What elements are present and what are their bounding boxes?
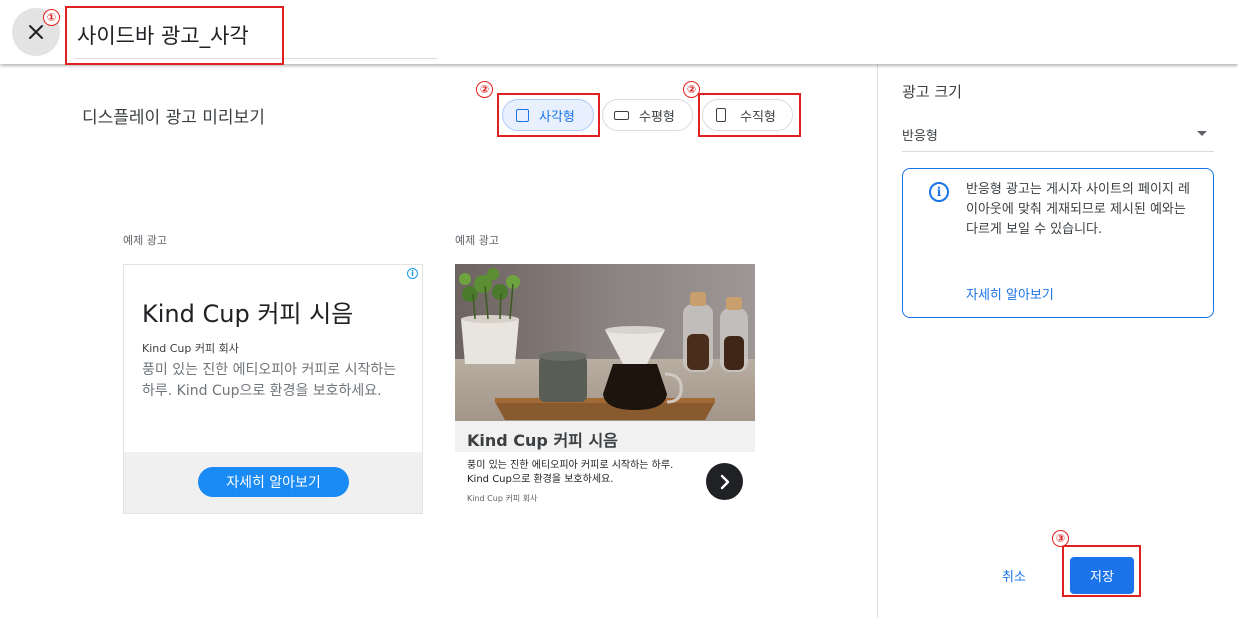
dropdown-arrow-icon — [1197, 131, 1207, 136]
annotation-number-2b: ② — [683, 81, 700, 98]
shape-label-horizontal: 수평형 — [639, 109, 675, 125]
ad1-description: 풍미 있는 진한 에티오피아 커피로 시작하는 하루. Kind Cup으로 환… — [142, 362, 397, 399]
ad2-arrow-button[interactable] — [706, 463, 743, 500]
ad-label-1: 예제 광고 — [123, 234, 167, 247]
ad1-advertiser: Kind Cup 커피 회사 — [142, 342, 239, 355]
coffee-photo — [455, 264, 755, 421]
cancel-button[interactable]: 취소 — [993, 562, 1035, 588]
ad2-advertiser: Kind Cup 커피 회사 — [467, 494, 538, 503]
ad1-headline: Kind Cup 커피 시음 — [142, 300, 354, 328]
annotation-box-square — [497, 93, 600, 137]
annotation-box-title — [65, 6, 284, 65]
annotation-box-save — [1062, 545, 1141, 597]
example-ad-text: i Kind Cup 커피 시음 Kind Cup 커피 회사 풍미 있는 진한… — [123, 264, 423, 514]
ad2-headline-band: Kind Cup 커피 시음 — [455, 421, 755, 452]
ad1-cta-button[interactable]: 자세히 알아보기 — [198, 467, 349, 497]
annotation-box-vertical — [698, 93, 801, 137]
responsive-info-box: i 반응형 광고는 게시자 사이트의 페이지 레이아웃에 맞춰 게재되므로 제시… — [902, 168, 1214, 318]
annotation-number-1: ① — [43, 9, 60, 26]
annotation-number-2a: ② — [476, 81, 493, 98]
ad-size-label: 광고 크기 — [902, 83, 962, 101]
example-ad-image: Kind Cup 커피 시음 풍미 있는 진한 에티오피아 커피로 시작하는 하… — [455, 264, 755, 514]
chevron-right-icon — [720, 474, 729, 489]
ad-size-select[interactable]: 반응형 — [902, 118, 1214, 152]
close-icon — [29, 25, 43, 39]
adchoices-icon[interactable]: i — [407, 268, 418, 279]
ad1-footer: 자세히 알아보기 — [124, 452, 422, 513]
annotation-number-3: ③ — [1052, 530, 1069, 547]
preview-title: 디스플레이 광고 미리보기 — [82, 108, 265, 128]
shape-button-horizontal[interactable]: 수평형 — [602, 99, 693, 131]
horizontal-rectangle-icon — [614, 110, 629, 120]
ad2-description: 풍미 있는 진한 에티오피아 커피로 시작하는 하루. Kind Cup으로 환… — [467, 460, 674, 485]
info-icon: i — [929, 182, 949, 202]
ad2-headline: Kind Cup 커피 시음 — [467, 431, 618, 450]
panel-divider — [877, 64, 878, 618]
ad-size-value: 반응형 — [902, 129, 938, 144]
ad-label-2: 예제 광고 — [455, 234, 499, 247]
learn-more-link[interactable]: 자세히 알아보기 — [966, 284, 1054, 303]
info-text: 반응형 광고는 게시자 사이트의 페이지 레이아웃에 맞춰 게재되므로 제시된 … — [966, 182, 1190, 237]
